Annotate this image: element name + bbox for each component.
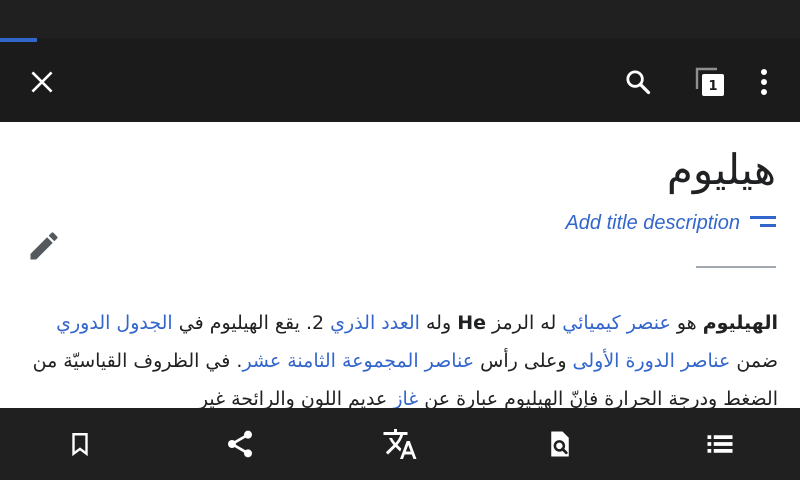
article-link[interactable]: عناصر المجموعة الثامنة عشر (242, 350, 474, 372)
article-link[interactable]: غاز (393, 388, 418, 408)
top-toolbar: 1 (0, 42, 800, 122)
article-link[interactable]: عنصر كيميائي (562, 312, 670, 334)
close-button[interactable] (16, 42, 68, 122)
table-of-contents-button[interactable] (640, 408, 800, 480)
article-text: عديم اللون والرائحة غير (198, 388, 394, 408)
save-bookmark-icon (72, 433, 88, 457)
find-in-page-icon (551, 431, 569, 457)
translate-language-icon (383, 429, 417, 459)
article-text: وله (419, 312, 458, 334)
edit-pencil-icon[interactable] (26, 228, 62, 264)
close-icon (31, 71, 53, 93)
article-bold-text: He (457, 312, 486, 334)
article-text: هو (670, 312, 703, 334)
tabs-icon: 1 (694, 66, 726, 98)
add-title-description-link[interactable]: Add title description (565, 210, 740, 236)
article-link[interactable]: عناصر الدورة الأولى (573, 350, 731, 372)
change-language-button[interactable] (320, 408, 480, 480)
find-in-page-button[interactable] (480, 408, 640, 480)
tabs-button[interactable]: 1 (684, 42, 736, 122)
status-bar (0, 0, 800, 38)
article-link[interactable]: العدد الذري (330, 312, 420, 334)
share-icon (228, 430, 252, 458)
article-lead-paragraph: الهيليوم هو عنصر كيميائي له الرمز He وله… (22, 304, 778, 408)
overflow-menu-button[interactable] (740, 42, 788, 122)
short-description-icon (750, 216, 776, 227)
title-divider (696, 266, 776, 268)
page-title: هيليوم (666, 145, 776, 194)
table-of-contents-icon (707, 435, 733, 453)
save-bookmark-button[interactable] (0, 408, 160, 480)
article-text: ضمن (730, 350, 778, 372)
article-link[interactable]: الجدول الدوري (56, 312, 173, 334)
search-button[interactable] (612, 42, 664, 122)
bottom-action-bar (0, 408, 800, 480)
article-text: له الرمز (485, 312, 563, 334)
article-content: هيليوم Add title description الهيليوم هو… (0, 122, 800, 408)
article-text: 2. يقع الهيليوم في (172, 312, 331, 334)
article-text: وعلى رأس (474, 350, 573, 372)
more-vert-icon (761, 69, 767, 95)
article-bold-text: الهيليوم (702, 312, 778, 334)
tab-count: 1 (708, 79, 718, 94)
share-button[interactable] (160, 408, 320, 480)
search-icon (626, 70, 651, 95)
